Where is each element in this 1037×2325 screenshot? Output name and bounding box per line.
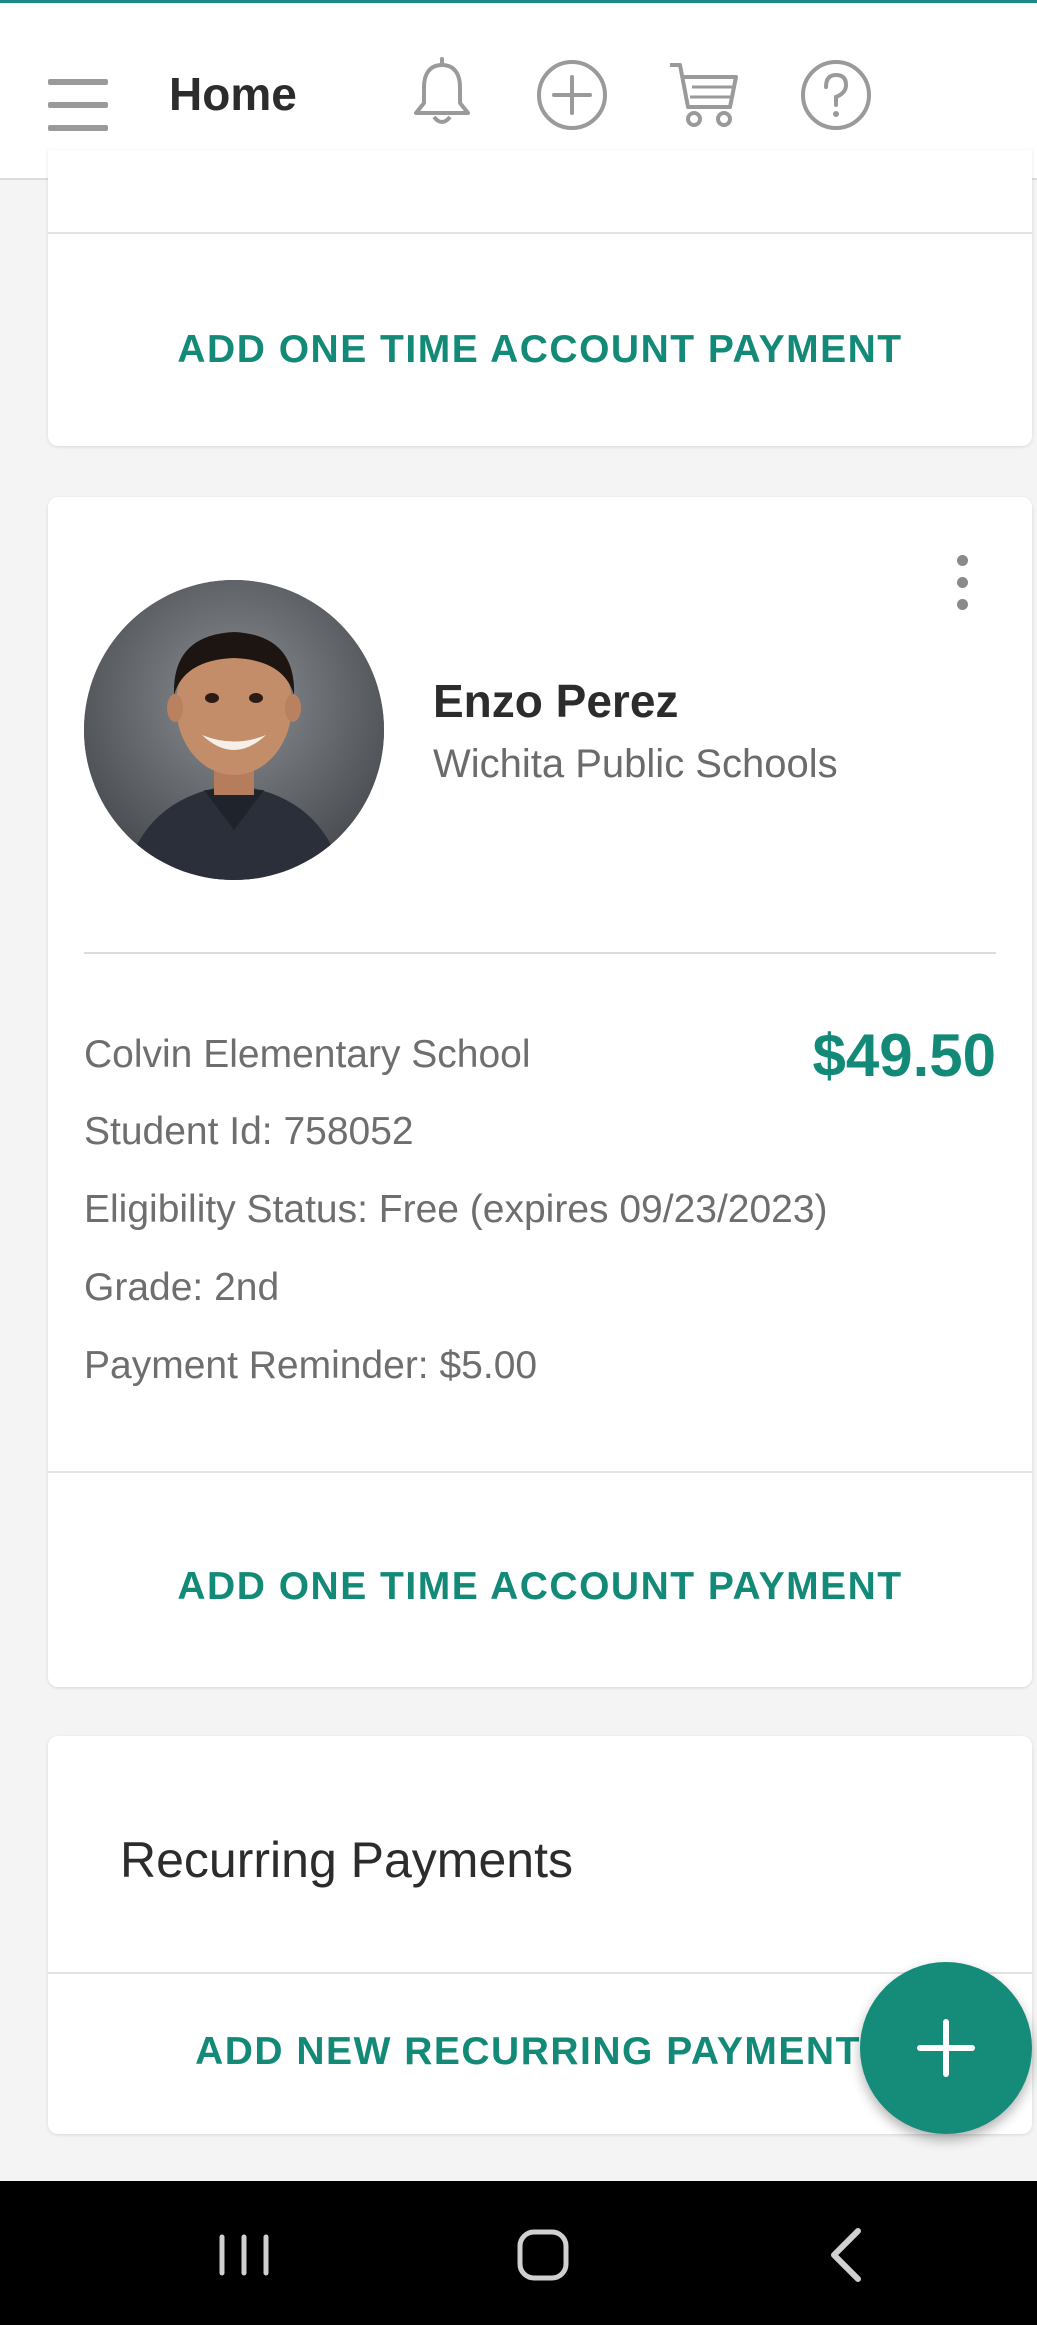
help-icon[interactable] bbox=[796, 55, 876, 135]
home-icon[interactable] bbox=[503, 2215, 583, 2295]
page-title: Home bbox=[169, 68, 297, 120]
system-nav-bar bbox=[0, 2181, 1037, 2325]
add-one-time-payment-button[interactable]: ADD ONE TIME ACCOUNT PAYMENT bbox=[48, 328, 1032, 372]
divider bbox=[84, 952, 996, 954]
plus-icon bbox=[917, 2019, 975, 2077]
account-balance: $49.50 bbox=[812, 1022, 996, 1089]
student-card: Enzo Perez Wichita Public Schools Colvin… bbox=[48, 497, 1032, 1687]
add-fab-button[interactable] bbox=[860, 1962, 1032, 2134]
payment-reminder: Payment Reminder: $5.00 bbox=[84, 1344, 538, 1387]
avatar bbox=[84, 580, 384, 880]
add-circle-icon[interactable] bbox=[532, 55, 612, 135]
divider bbox=[48, 232, 1032, 234]
back-icon[interactable] bbox=[806, 2215, 886, 2295]
student-id: Student Id: 758052 bbox=[84, 1110, 414, 1153]
student-name: Enzo Perez bbox=[433, 675, 679, 727]
recents-icon[interactable] bbox=[204, 2215, 284, 2295]
cart-icon[interactable] bbox=[664, 55, 744, 135]
district-name: Wichita Public Schools bbox=[433, 742, 838, 786]
section-title: Recurring Payments bbox=[120, 1832, 573, 1888]
account-card-partial: ADD ONE TIME ACCOUNT PAYMENT bbox=[48, 150, 1032, 446]
divider bbox=[48, 1972, 1032, 1974]
bell-icon[interactable] bbox=[402, 55, 482, 135]
school-name: Colvin Elementary School bbox=[84, 1033, 531, 1076]
eligibility-status: Eligibility Status: Free (expires 09/23/… bbox=[84, 1188, 828, 1231]
menu-icon[interactable] bbox=[48, 75, 112, 139]
grade: Grade: 2nd bbox=[84, 1266, 280, 1309]
more-options-icon[interactable] bbox=[952, 555, 972, 615]
divider bbox=[48, 1471, 1032, 1473]
add-one-time-payment-button[interactable]: ADD ONE TIME ACCOUNT PAYMENT bbox=[48, 1565, 1032, 1609]
